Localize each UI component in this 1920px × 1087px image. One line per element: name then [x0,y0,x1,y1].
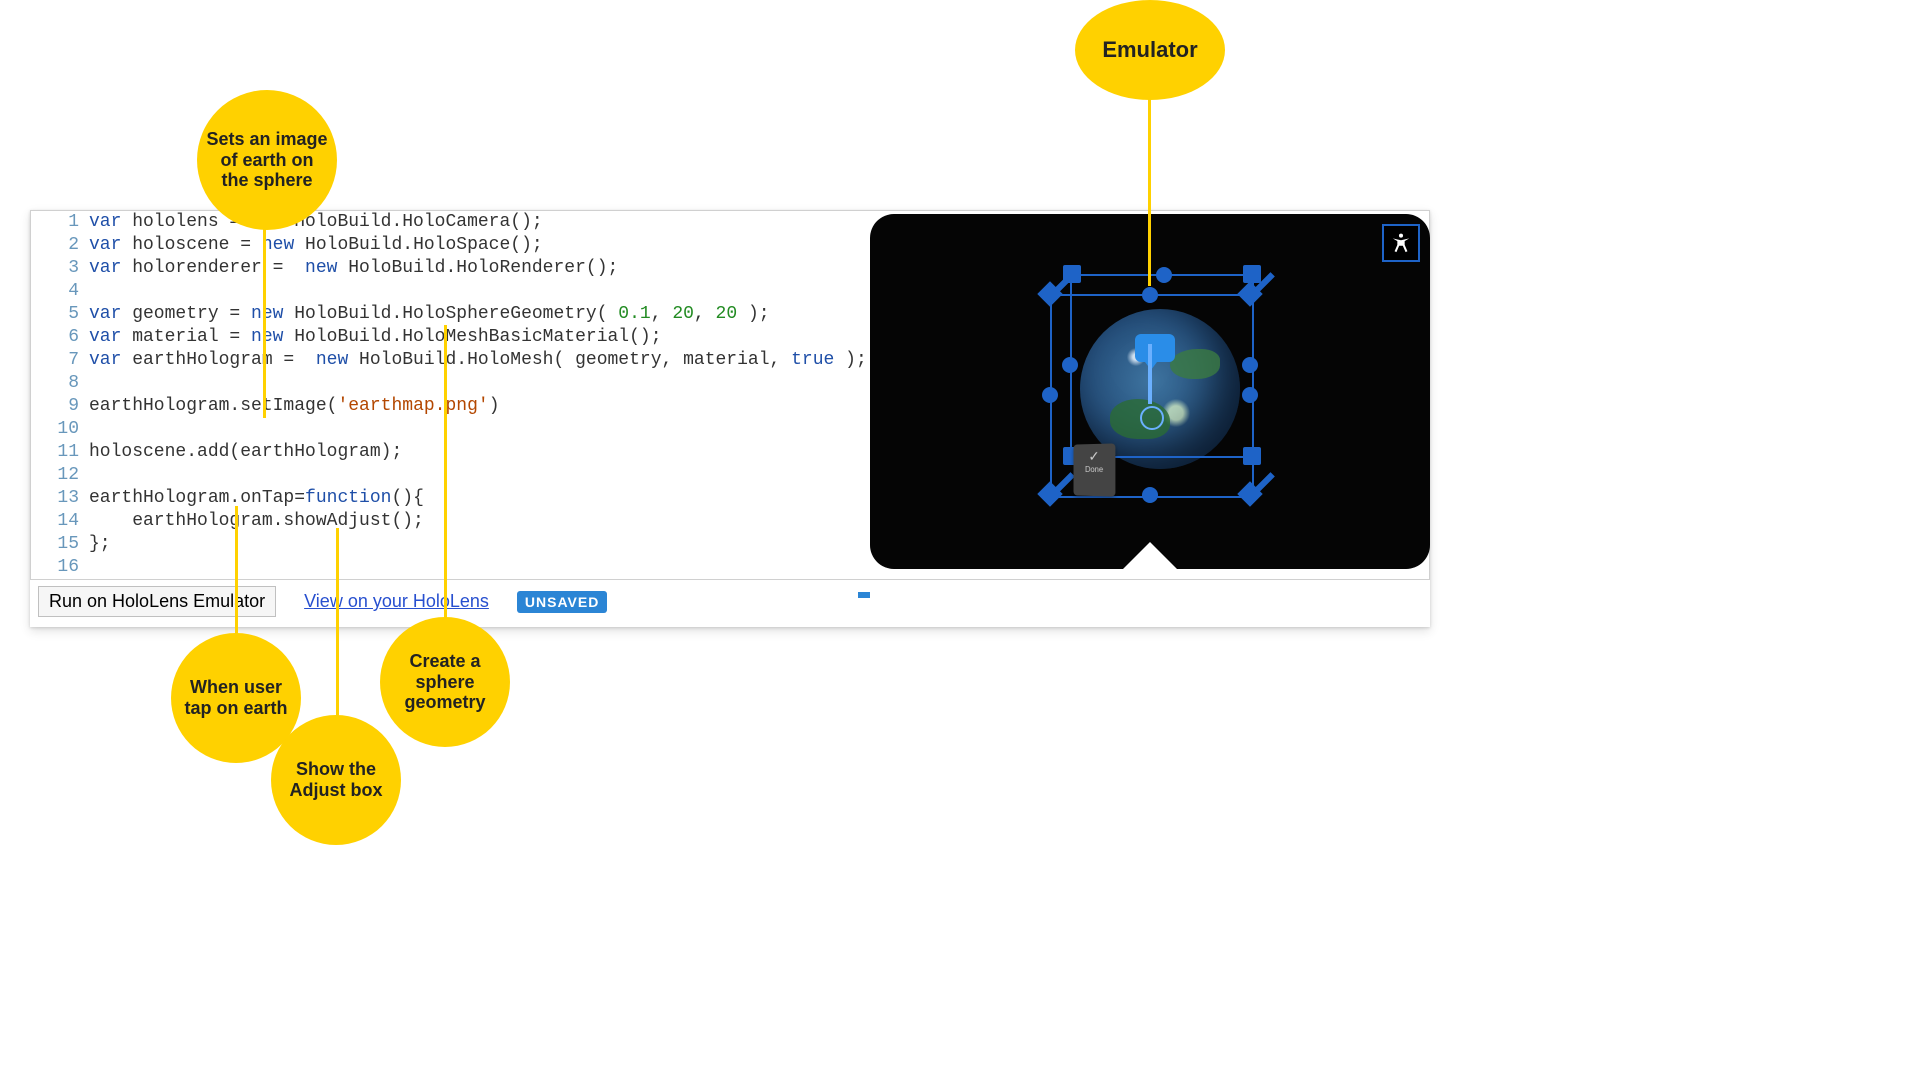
code-content[interactable]: earthHologram.onTap=function(){ [89,487,424,510]
callout-emulator: Emulator [1075,0,1225,100]
line-number: 5 [31,303,89,326]
callout-connector [1148,96,1151,286]
callout-connector [336,528,339,718]
adjust-handle[interactable] [1242,357,1258,373]
line-number: 11 [31,441,89,464]
line-number: 3 [31,257,89,280]
line-number: 1 [31,211,89,234]
line-number: 12 [31,464,89,487]
line-number: 9 [31,395,89,418]
code-content[interactable]: }; [89,533,111,556]
editor-toolbar: Run on HoloLens Emulator View on your Ho… [30,580,1430,627]
adjust-handle[interactable] [1142,487,1158,503]
callout-show-adjust: Show the Adjust box [271,715,401,845]
cursor-side-marker [858,592,870,598]
adjust-handle[interactable] [1156,267,1172,283]
adjust-handle[interactable] [1062,357,1078,373]
line-number: 10 [31,418,89,441]
tooltip-bubble [1135,334,1175,362]
adjust-handle[interactable] [1242,387,1258,403]
adjust-handle[interactable] [1042,387,1058,403]
adjust-handle[interactable] [1063,265,1081,283]
code-content[interactable]: earthHologram.setImage('earthmap.png') [89,395,500,418]
callout-set-image: Sets an image of earth on the sphere [197,90,337,230]
gizmo-axis [1148,344,1152,404]
line-number: 2 [31,234,89,257]
callout-connector [235,506,238,636]
run-emulator-button[interactable]: Run on HoloLens Emulator [38,586,276,617]
code-content[interactable]: var holorenderer = new HoloBuild.HoloRen… [89,257,618,280]
line-number: 7 [31,349,89,372]
line-number: 6 [31,326,89,349]
code-content[interactable]: var holoscene = new HoloBuild.HoloSpace(… [89,234,543,257]
code-content[interactable]: var earthHologram = new HoloBuild.HoloMe… [89,349,867,372]
line-number: 16 [31,556,89,579]
adjust-done-panel[interactable]: ✓ Done [1074,443,1116,496]
viewport-notch [1122,542,1178,569]
line-number: 13 [31,487,89,510]
code-content[interactable]: var geometry = new HoloBuild.HoloSphereG… [89,303,770,326]
adjust-handle[interactable] [1243,265,1261,283]
line-number: 4 [31,280,89,303]
adjust-done-label: Done [1074,465,1116,474]
line-number: 8 [31,372,89,395]
adjust-handle[interactable] [1142,287,1158,303]
gizmo-ring-icon [1140,406,1164,430]
code-content[interactable]: var hololens = new HoloBuild.HoloCamera(… [89,211,543,234]
view-on-hololens-link[interactable]: View on your HoloLens [304,591,489,612]
callout-connector [444,325,447,620]
callout-connector [263,220,266,418]
code-content[interactable]: var material = new HoloBuild.HoloMeshBas… [89,326,662,349]
check-icon: ✓ [1074,447,1116,465]
line-number: 15 [31,533,89,556]
line-number: 14 [31,510,89,533]
code-content[interactable]: holoscene.add(earthHologram); [89,441,402,464]
code-content[interactable]: earthHologram.showAdjust(); [89,510,424,533]
status-badge: UNSAVED [517,591,607,613]
accessibility-icon[interactable] [1382,224,1420,262]
adjust-handle[interactable] [1243,447,1261,465]
callout-create-sphere: Create a sphere geometry [380,617,510,747]
